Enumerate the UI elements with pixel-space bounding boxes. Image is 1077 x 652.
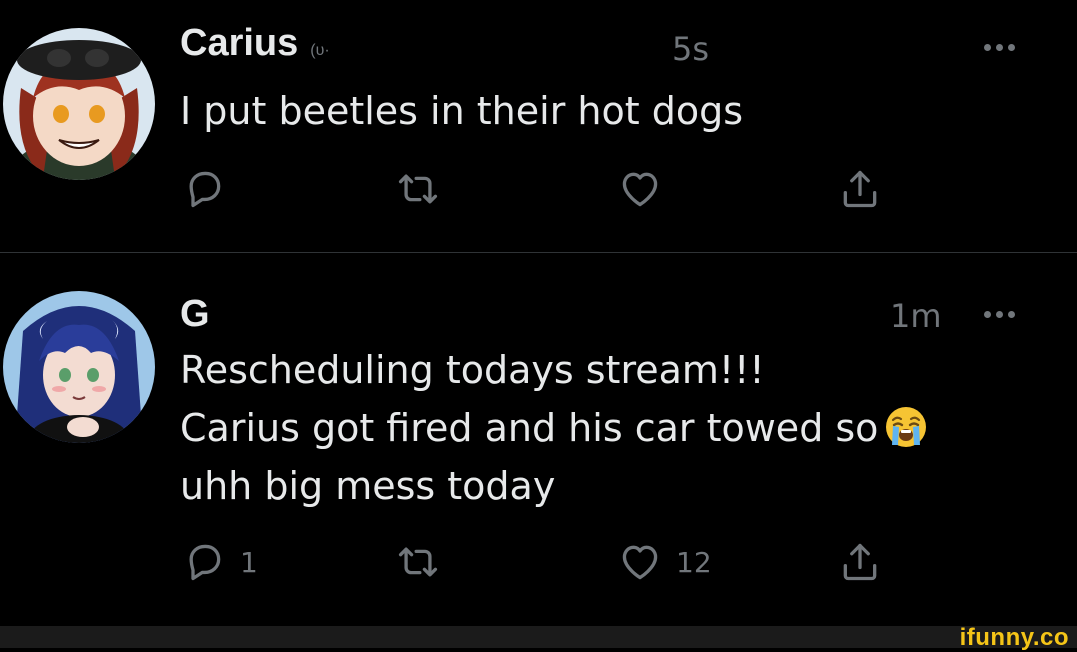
reply-icon xyxy=(189,171,221,208)
action-bar: 1 12 xyxy=(0,537,1077,587)
handle[interactable]: (ᴜ· xyxy=(310,42,329,60)
avatar-carius[interactable] xyxy=(3,28,155,180)
loudly-crying-face-emoji xyxy=(886,407,927,447)
tweet-text: Rescheduling todays stream!!! Carius got… xyxy=(180,341,928,515)
retweet-icon xyxy=(398,174,438,204)
heart-icon xyxy=(622,172,658,207)
tweet-text-line: uhh big mess today xyxy=(180,464,556,508)
like-button[interactable]: 12 xyxy=(618,537,712,587)
redaction-bar xyxy=(208,309,868,331)
avatar-g[interactable] xyxy=(3,291,155,443)
tweet-1[interactable]: Carius (ᴜ· 5s I put beetles in their hot… xyxy=(0,0,1077,252)
reply-button[interactable]: 1 xyxy=(182,537,258,587)
like-button[interactable] xyxy=(618,164,676,214)
tweet-2[interactable]: G 1m Rescheduling todays stream!!! Cariu… xyxy=(0,253,1077,625)
retweet-button[interactable] xyxy=(396,164,454,214)
share-icon xyxy=(843,170,877,208)
timestamp[interactable]: 5s xyxy=(672,30,709,68)
timestamp[interactable]: 1m xyxy=(890,297,942,335)
tweet-text-segment: Carius got fired and his car towed so xyxy=(180,406,879,450)
display-name[interactable]: G xyxy=(180,293,210,336)
share-button[interactable] xyxy=(838,537,882,587)
heart-icon xyxy=(622,545,658,580)
tweet-text-line: Rescheduling todays stream!!! xyxy=(180,348,765,392)
tweet-text-line: I put beetles in their hot dogs xyxy=(180,89,744,133)
share-icon xyxy=(843,543,877,581)
like-count: 12 xyxy=(676,545,712,579)
tweet-text: I put beetles in their hot dogs xyxy=(180,82,743,140)
retweet-button[interactable] xyxy=(396,537,454,587)
footer-bar: ifunny.co xyxy=(0,624,1077,651)
tweet-header: Carius (ᴜ· xyxy=(180,22,330,65)
retweet-icon xyxy=(398,547,438,577)
reply-count: 1 xyxy=(240,545,258,579)
action-bar xyxy=(0,164,1077,214)
tweet-text-line: Carius got fired and his car towed so xyxy=(180,399,928,457)
more-icon[interactable] xyxy=(984,44,1015,51)
display-name[interactable]: Carius xyxy=(180,22,298,65)
more-icon[interactable] xyxy=(984,311,1015,318)
reply-button[interactable] xyxy=(182,164,240,214)
share-button[interactable] xyxy=(838,164,882,214)
reply-icon xyxy=(189,544,221,581)
